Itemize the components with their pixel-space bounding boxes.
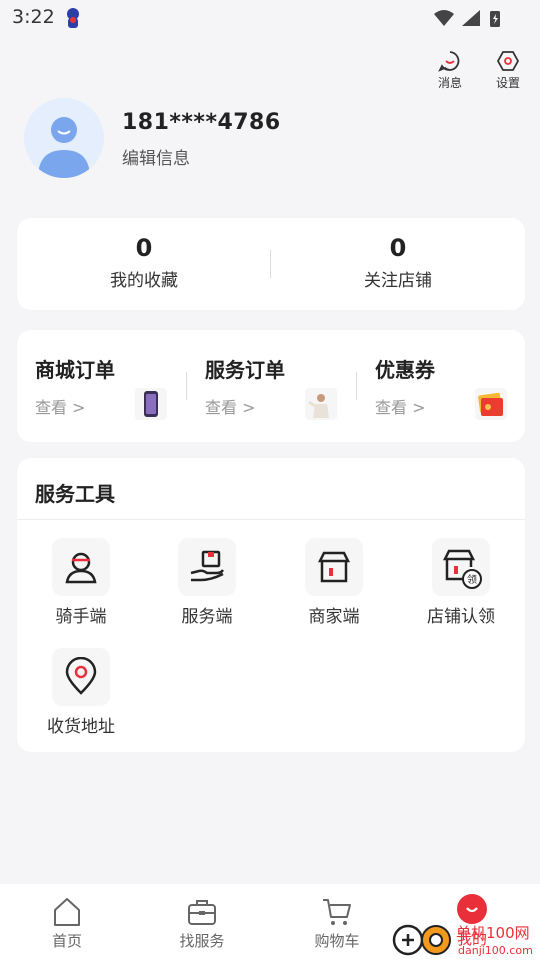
phone-product-icon [135, 388, 167, 420]
top-actions: 消息 设置 [434, 50, 524, 91]
stats-card: 0 我的收藏 0 关注店铺 [17, 218, 525, 310]
orders-card: 商城订单 查看 > 服务订单 查看 > 优惠券 查看 > [17, 330, 525, 442]
followed-stores-count: 0 [389, 234, 407, 262]
followed-stores-stat[interactable]: 0 关注店铺 [271, 234, 525, 291]
mall-orders[interactable]: 商城订单 查看 > [17, 352, 187, 422]
coupons-title: 优惠券 [375, 358, 435, 382]
mall-orders-title: 商城订单 [35, 358, 115, 382]
watermark-logo: 单机100网 danji100.com [392, 924, 533, 957]
nav-cart[interactable]: 购物车 [287, 896, 387, 951]
cart-icon [323, 899, 351, 925]
tool-claim-store[interactable]: 领 店铺认领 [398, 538, 524, 628]
coupons-view-link[interactable]: 查看 > [375, 394, 426, 418]
settings-label: 设置 [495, 76, 520, 90]
service-orders-title: 服务订单 [205, 358, 285, 382]
nav-home-label: 首页 [51, 932, 82, 950]
favorites-label: 我的收藏 [110, 271, 178, 291]
nav-find-service[interactable]: 找服务 [152, 896, 252, 951]
tool-address-label: 收货地址 [47, 717, 115, 737]
svg-text:领: 领 [467, 573, 477, 586]
app-notification-icon [67, 8, 79, 28]
location-icon [65, 657, 97, 695]
tool-rider[interactable]: 骑手端 [18, 538, 144, 628]
coupons[interactable]: 优惠券 查看 > [357, 352, 527, 422]
user-phone: 181****4786 [122, 110, 281, 135]
status-icons [434, 10, 500, 27]
signal-icon [462, 10, 480, 26]
service-person-icon [305, 388, 337, 420]
nav-home[interactable]: 首页 [17, 896, 117, 951]
service-icon [190, 550, 225, 582]
home-icon [54, 898, 80, 926]
nav-cart-label: 购物车 [314, 932, 360, 950]
messages-button[interactable]: 消息 [434, 50, 466, 91]
tool-service[interactable]: 服务端 [144, 538, 270, 628]
messages-label: 消息 [437, 76, 462, 90]
favorites-count: 0 [135, 234, 153, 262]
tool-address[interactable]: 收货地址 [18, 648, 144, 738]
default-avatar-icon [24, 98, 104, 178]
tool-merchant-label: 商家端 [308, 607, 360, 627]
service-orders[interactable]: 服务订单 查看 > [187, 352, 357, 422]
followed-stores-label: 关注店铺 [364, 271, 432, 291]
claim-store-icon: 领 [442, 549, 482, 589]
wifi-icon [434, 10, 454, 26]
service-tools-title: 服务工具 [35, 482, 115, 506]
edit-info-link[interactable]: 编辑信息 [122, 144, 190, 169]
watermark-url: danji100.com [458, 944, 533, 957]
mall-orders-view-link[interactable]: 查看 > [35, 394, 86, 418]
service-orders-view-link[interactable]: 查看 > [205, 394, 256, 418]
tool-rider-label: 骑手端 [55, 607, 107, 627]
status-time: 3:22 [12, 6, 55, 28]
rider-icon [65, 552, 97, 584]
tool-claim-store-label: 店铺认领 [427, 607, 495, 627]
settings-button[interactable]: 设置 [492, 50, 524, 91]
watermark-text: 单机100网 [456, 924, 530, 942]
tool-merchant[interactable]: 商家端 [271, 538, 397, 628]
status-bar: 3:22 [0, 0, 540, 36]
briefcase-icon [188, 900, 216, 925]
store-icon [317, 551, 351, 583]
tool-service-label: 服务端 [181, 607, 233, 627]
nav-find-service-label: 找服务 [179, 932, 225, 950]
avatar[interactable] [24, 98, 104, 178]
favorites-stat[interactable]: 0 我的收藏 [17, 234, 271, 291]
settings-icon [496, 51, 520, 71]
message-icon [438, 51, 460, 72]
service-tools-card: 服务工具 骑手端 服务端 商家端 领 店铺认领 收货地址 [17, 458, 525, 752]
divider [17, 519, 525, 520]
coupon-icon [475, 388, 507, 420]
